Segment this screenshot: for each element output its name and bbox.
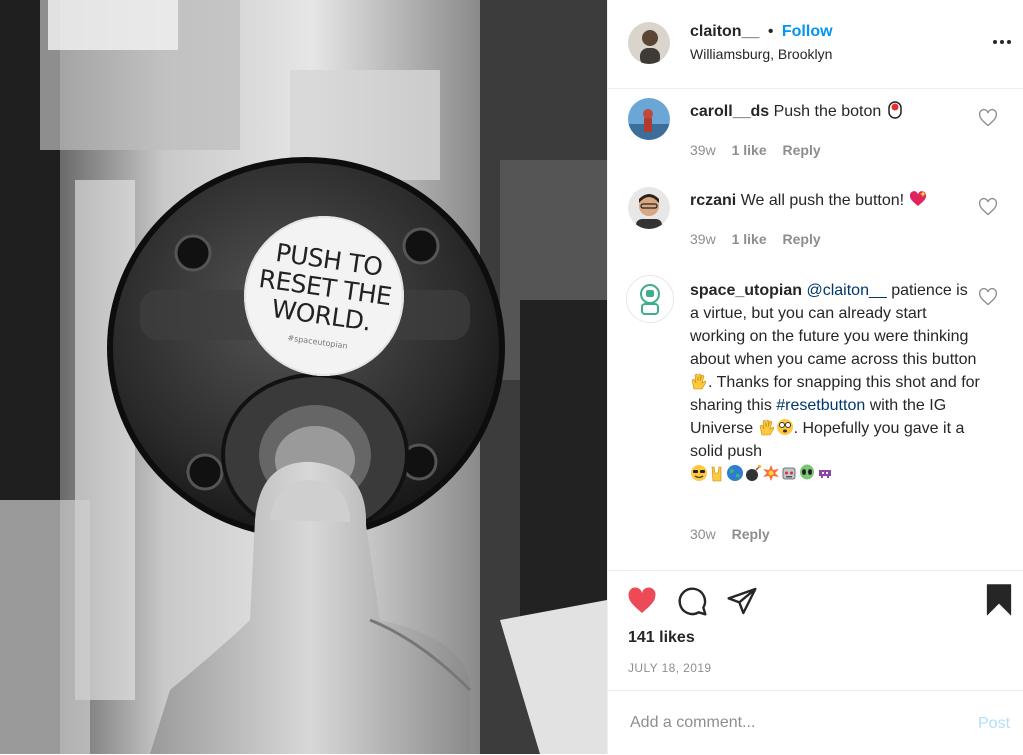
add-comment-bar: Post xyxy=(608,690,1023,755)
comment-1-meta: 39w 1 like Reply xyxy=(690,142,821,158)
comment-username[interactable]: space_utopian xyxy=(690,282,802,299)
author-line: claiton__ • Follow xyxy=(690,23,833,41)
more-horizontal-icon[interactable] xyxy=(990,30,1014,54)
header-separator: • xyxy=(767,23,774,40)
post-button[interactable]: Post xyxy=(978,715,1010,733)
post-actions: 141 likes JULY 18, 2019 xyxy=(608,570,1023,689)
sparkling-heart-icon xyxy=(909,191,926,206)
reply-button[interactable]: Reply xyxy=(783,231,821,247)
comment-username[interactable]: rczani xyxy=(690,192,736,209)
comment-likes[interactable]: 1 like xyxy=(732,142,767,158)
comment-age[interactable]: 39w xyxy=(690,231,716,247)
share-paper-plane-icon[interactable] xyxy=(726,585,758,617)
commenter-avatar[interactable] xyxy=(628,98,670,140)
photo-scene xyxy=(0,0,607,754)
post-details-panel: claiton__ • Follow Williamsburg, Brookly… xyxy=(607,0,1023,754)
emoji-row xyxy=(690,464,834,483)
saved-bookmark-icon[interactable] xyxy=(984,583,1014,617)
comment-input[interactable] xyxy=(628,709,952,737)
comment-age[interactable]: 30w xyxy=(690,526,716,542)
liked-heart-icon[interactable] xyxy=(626,585,658,617)
robot-face-icon xyxy=(782,467,796,480)
post-photo[interactable]: PUSH TO RESET THE WORLD. #spaceutopian xyxy=(0,0,607,754)
comment-age[interactable]: 39w xyxy=(690,142,716,158)
author-avatar[interactable] xyxy=(628,22,670,64)
post-header: claiton__ • Follow Williamsburg, Brookly… xyxy=(608,0,1023,89)
bomb-icon xyxy=(746,465,761,481)
comment-2: rczani We all push the button! xyxy=(690,189,980,212)
reply-button[interactable]: Reply xyxy=(783,142,821,158)
comment-bubble-icon[interactable] xyxy=(676,585,708,617)
comment-likes[interactable]: 1 like xyxy=(732,231,767,247)
mention-link[interactable]: @claiton__ xyxy=(806,282,886,299)
post-date: JULY 18, 2019 xyxy=(628,661,712,675)
comment-text: Push the boton xyxy=(773,103,882,120)
commenter-avatar[interactable] xyxy=(626,275,674,323)
comment-like-heart-icon[interactable] xyxy=(978,197,998,217)
space-invader-icon xyxy=(819,470,831,478)
hashtag-link[interactable]: #resetbutton xyxy=(776,397,865,414)
alien-icon xyxy=(800,464,814,480)
comment-1: caroll__ds Push the boton xyxy=(690,100,980,123)
globe-icon xyxy=(727,465,743,481)
comment-like-heart-icon[interactable] xyxy=(978,108,998,128)
rock-on-hand-icon xyxy=(711,466,722,482)
commenter-avatar[interactable] xyxy=(628,187,670,229)
dizzy-face-icon xyxy=(776,419,793,435)
instagram-post-modal: PUSH TO RESET THE WORLD. #spaceutopian c… xyxy=(0,0,1023,754)
comment-3-meta: 30w Reply xyxy=(690,526,770,542)
pushpin-button-icon xyxy=(887,101,902,119)
comment-username[interactable]: caroll__ds xyxy=(690,103,769,120)
comment-like-heart-icon[interactable] xyxy=(978,287,998,307)
comment-2-meta: 39w 1 like Reply xyxy=(690,231,821,247)
comment-text: We all push the button! xyxy=(740,192,905,209)
vulcan-salute-icon xyxy=(759,419,774,436)
likes-count[interactable]: 141 likes xyxy=(628,629,695,647)
vulcan-salute-icon xyxy=(691,373,707,390)
post-location[interactable]: Williamsburg, Brooklyn xyxy=(690,46,832,62)
reply-button[interactable]: Reply xyxy=(732,526,770,542)
comment-3: space_utopian @claiton__ patience is a v… xyxy=(690,279,980,486)
author-username[interactable]: claiton__ xyxy=(690,23,759,40)
collision-icon xyxy=(763,465,779,481)
follow-button[interactable]: Follow xyxy=(782,23,833,40)
sunglasses-face-icon xyxy=(691,465,707,481)
